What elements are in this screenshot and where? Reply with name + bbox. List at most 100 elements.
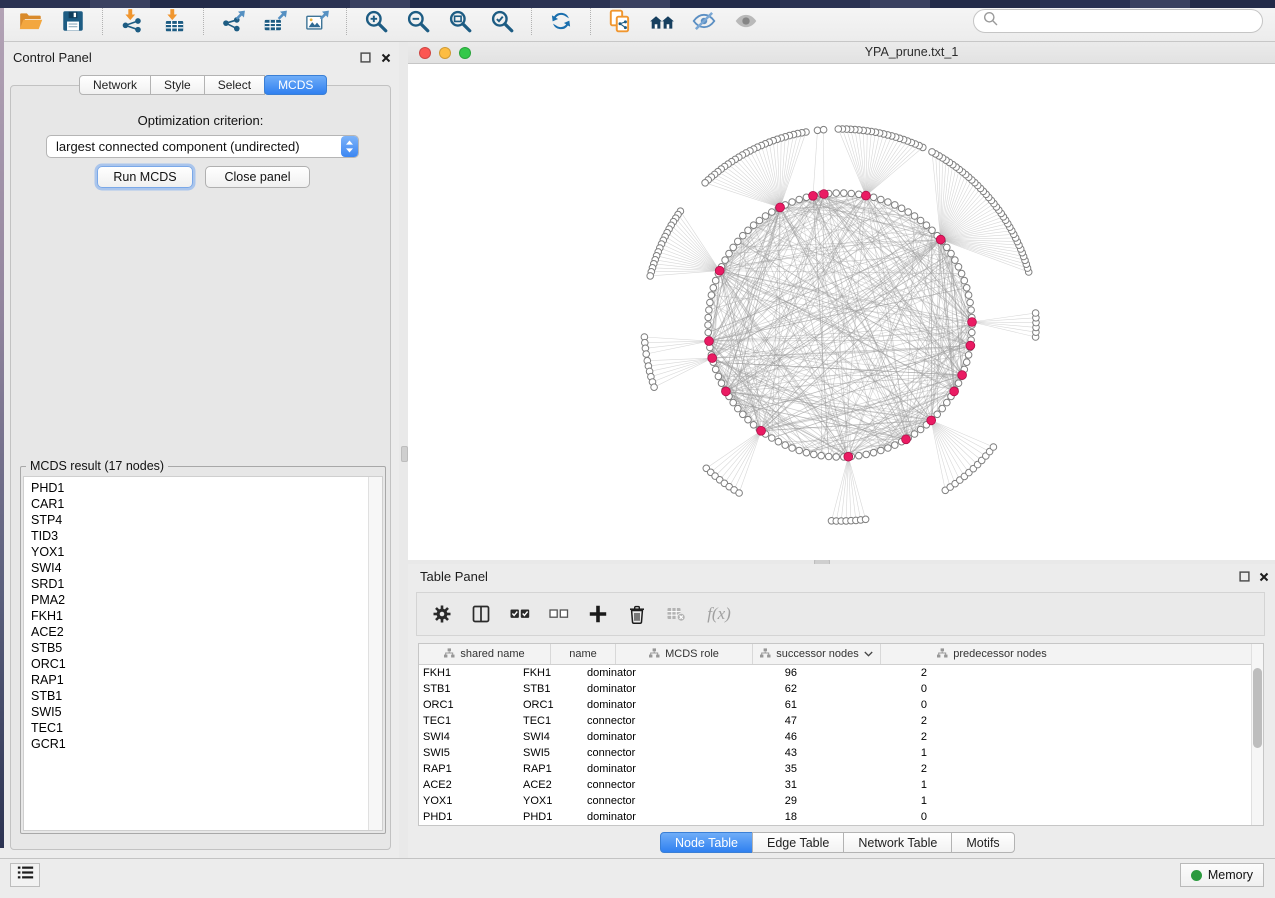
table-cell[interactable]: 2: [881, 761, 1103, 777]
show-all-icon[interactable]: [729, 6, 763, 36]
table-cell[interactable]: 46: [753, 729, 881, 745]
table-row[interactable]: ACE2ACE2connector311: [419, 777, 1263, 793]
table-row[interactable]: ORC1ORC1dominator610: [419, 697, 1263, 713]
table-row[interactable]: YOX1YOX1connector291: [419, 793, 1263, 809]
mcds-result-item[interactable]: TEC1: [24, 720, 382, 736]
mcds-result-item[interactable]: STP4: [24, 512, 382, 528]
import-network-icon[interactable]: [115, 6, 149, 36]
table-cell[interactable]: 0: [881, 681, 1103, 697]
table-cell[interactable]: dominator: [581, 681, 753, 697]
column-layout-icon[interactable]: [470, 603, 492, 625]
export-network-icon[interactable]: [216, 6, 250, 36]
close-panel-button[interactable]: Close panel: [205, 166, 310, 188]
table-cell[interactable]: ORC1: [419, 697, 517, 713]
zoom-fit-icon[interactable]: [443, 6, 477, 36]
column-header-predecessor-nodes[interactable]: predecessor nodes: [881, 644, 1103, 664]
tab-node-table[interactable]: Node Table: [660, 832, 753, 853]
table-cell[interactable]: 31: [753, 777, 881, 793]
table-cell[interactable]: 29: [753, 793, 881, 809]
table-cell[interactable]: ORC1: [517, 697, 581, 713]
vertical-splitter[interactable]: [399, 42, 408, 858]
tab-motifs[interactable]: Motifs: [951, 832, 1014, 853]
table-cell[interactable]: TEC1: [517, 713, 581, 729]
tab-mcds[interactable]: MCDS: [264, 75, 327, 95]
table-cell[interactable]: connector: [581, 745, 753, 761]
network-canvas[interactable]: [408, 64, 1275, 560]
table-cell[interactable]: 43: [753, 745, 881, 761]
vertical-splitter-handle[interactable]: [401, 446, 408, 462]
table-cell[interactable]: FKH1: [419, 665, 517, 681]
table-cell[interactable]: 2: [881, 729, 1103, 745]
settings-gear-icon[interactable]: [431, 603, 453, 625]
table-scrollbar[interactable]: [1251, 644, 1263, 825]
tab-network-table[interactable]: Network Table: [843, 832, 952, 853]
table-cell[interactable]: dominator: [581, 729, 753, 745]
zoom-selected-icon[interactable]: [485, 6, 519, 36]
table-row[interactable]: STB1STB1dominator620: [419, 681, 1263, 697]
save-icon[interactable]: [56, 6, 90, 36]
mcds-result-item[interactable]: PMA2: [24, 592, 382, 608]
export-image-icon[interactable]: [300, 6, 334, 36]
table-cell[interactable]: dominator: [581, 697, 753, 713]
window-close-light[interactable]: [419, 47, 431, 59]
table-cell[interactable]: 18: [753, 809, 881, 825]
table-cell[interactable]: dominator: [581, 665, 753, 681]
satellite-nodes[interactable]: [641, 126, 1039, 525]
show-panels-button[interactable]: [10, 863, 40, 887]
table-cell[interactable]: 2: [881, 665, 1103, 681]
table-scrollbar-thumb[interactable]: [1253, 668, 1262, 748]
table-cell[interactable]: SWI4: [517, 729, 581, 745]
table-cell[interactable]: 47: [753, 713, 881, 729]
table-cell[interactable]: 62: [753, 681, 881, 697]
table-cell[interactable]: ACE2: [517, 777, 581, 793]
table-cell[interactable]: 96: [753, 665, 881, 681]
zoom-in-icon[interactable]: [359, 6, 393, 36]
table-row[interactable]: RAP1RAP1dominator352: [419, 761, 1263, 777]
tab-edge-table[interactable]: Edge Table: [752, 832, 844, 853]
table-row[interactable]: SWI5SWI5connector431: [419, 745, 1263, 761]
float-panel-icon[interactable]: [359, 51, 372, 64]
table-cell[interactable]: STB1: [517, 681, 581, 697]
column-header-successor-nodes[interactable]: successor nodes: [753, 644, 881, 664]
tab-select[interactable]: Select: [204, 75, 265, 95]
table-cell[interactable]: dominator: [581, 761, 753, 777]
table-cell[interactable]: STB1: [419, 681, 517, 697]
table-cell[interactable]: RAP1: [517, 761, 581, 777]
table-cell[interactable]: dominator: [581, 809, 753, 825]
table-cell[interactable]: YOX1: [517, 793, 581, 809]
window-minimize-light[interactable]: [439, 47, 451, 59]
select-all-icon[interactable]: [509, 603, 531, 625]
search-box[interactable]: [973, 9, 1263, 33]
mcds-result-item[interactable]: SWI5: [24, 704, 382, 720]
table-cell[interactable]: 2: [881, 713, 1103, 729]
table-cell[interactable]: 1: [881, 793, 1103, 809]
column-header-shared-name[interactable]: shared name: [419, 644, 551, 664]
open-file-icon[interactable]: [14, 6, 48, 36]
mcds-result-item[interactable]: PHD1: [24, 480, 382, 496]
table-row[interactable]: TEC1TEC1connector472: [419, 713, 1263, 729]
table-cell[interactable]: 1: [881, 777, 1103, 793]
table-cell[interactable]: connector: [581, 793, 753, 809]
sort-chevron-icon[interactable]: [864, 648, 873, 660]
close-panel-icon[interactable]: [379, 51, 392, 64]
table-cell[interactable]: SWI5: [517, 745, 581, 761]
table-cell[interactable]: 35: [753, 761, 881, 777]
table-cell[interactable]: PHD1: [419, 809, 517, 825]
delete-row-icon[interactable]: [626, 603, 648, 625]
table-row[interactable]: PHD1PHD1dominator180: [419, 809, 1263, 825]
tab-network[interactable]: Network: [79, 75, 151, 95]
mcds-result-item[interactable]: RAP1: [24, 672, 382, 688]
float-table-panel-icon[interactable]: [1238, 570, 1251, 583]
table-cell[interactable]: SWI4: [419, 729, 517, 745]
table-cell[interactable]: 0: [881, 697, 1103, 713]
mcds-result-item[interactable]: STB5: [24, 640, 382, 656]
table-cell[interactable]: PHD1: [517, 809, 581, 825]
window-zoom-light[interactable]: [459, 47, 471, 59]
table-cell[interactable]: 1: [881, 745, 1103, 761]
table-row[interactable]: FKH1FKH1dominator962: [419, 665, 1263, 681]
zoom-out-icon[interactable]: [401, 6, 435, 36]
mcds-result-item[interactable]: SWI4: [24, 560, 382, 576]
column-header-MCDS-role[interactable]: MCDS role: [616, 644, 753, 664]
mcds-result-item[interactable]: SRD1: [24, 576, 382, 592]
criterion-dropdown[interactable]: largest connected component (undirected): [46, 135, 359, 158]
